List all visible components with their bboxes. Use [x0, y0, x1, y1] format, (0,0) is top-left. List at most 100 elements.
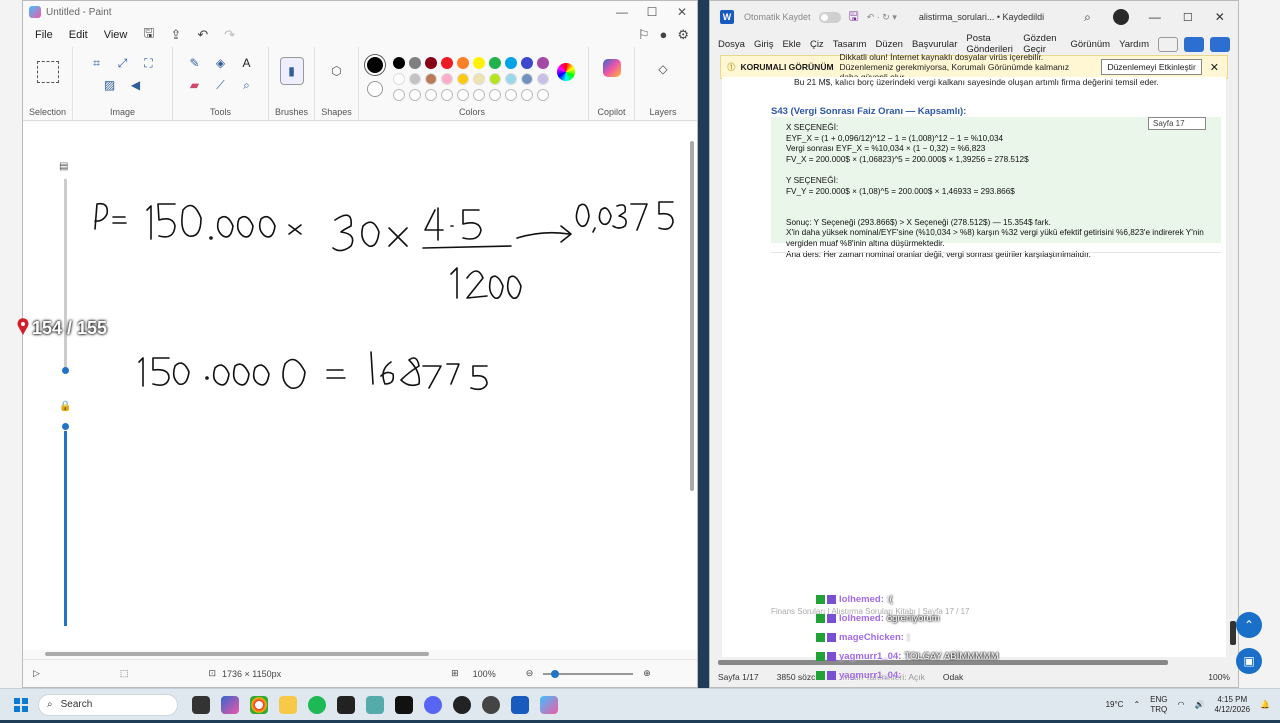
color-swatch[interactable]	[489, 73, 501, 85]
taskview-icon[interactable]	[192, 695, 210, 714]
autosave-toggle[interactable]	[818, 11, 841, 23]
custom-color-slot[interactable]	[489, 89, 501, 101]
language-indicator[interactable]: ENG TRQ	[1150, 695, 1167, 715]
undo-icon[interactable]: ↶	[191, 27, 214, 43]
word-tab[interactable]: Tasarım	[833, 39, 867, 50]
word-tab[interactable]: Ekle	[782, 39, 800, 50]
chrome-icon[interactable]	[250, 695, 268, 714]
selection-icon[interactable]	[36, 61, 59, 83]
screen-icon[interactable]: ▣	[1236, 648, 1262, 674]
color-swatch[interactable]	[505, 73, 517, 85]
minimize-icon[interactable]: —	[607, 5, 637, 19]
zoom-in-icon[interactable]: ⊕	[643, 668, 651, 679]
brush-icon[interactable]: ▮	[279, 57, 304, 85]
color-swatch[interactable]	[409, 57, 421, 69]
maximize-icon[interactable]: ☐	[1183, 11, 1193, 24]
settings-icon[interactable]: ⚙	[677, 27, 689, 43]
slider-knob-lower[interactable]	[62, 423, 69, 430]
color-swatch[interactable]	[457, 57, 469, 69]
custom-color-slot[interactable]	[521, 89, 533, 101]
paint-canvas[interactable]	[23, 122, 697, 650]
close-icon[interactable]: ✕	[667, 5, 697, 19]
custom-color-slot[interactable]	[537, 89, 549, 101]
color-swatch[interactable]	[425, 73, 437, 85]
word-tab[interactable]: Görünüm	[1070, 39, 1110, 50]
wifi-icon[interactable]: ◠	[1177, 700, 1184, 709]
zoom-slider[interactable]	[543, 669, 634, 678]
save-icon[interactable]: 🖫	[137, 24, 160, 46]
paint-vertical-scrollbar[interactable]	[690, 141, 694, 491]
minimize-icon[interactable]: —	[1149, 10, 1161, 24]
color-swatch[interactable]	[393, 73, 405, 85]
share-icon[interactable]	[1210, 36, 1230, 52]
search-icon[interactable]: ⌕	[1084, 10, 1091, 25]
terminal-icon[interactable]	[395, 695, 413, 714]
volume-icon[interactable]: 🔊	[1194, 700, 1204, 709]
zoom-overlay-slider[interactable]: ▤ 🔒	[57, 161, 75, 631]
edit-colors-icon[interactable]	[557, 63, 575, 81]
avatar[interactable]	[1112, 9, 1129, 25]
color-swatch[interactable]	[537, 73, 549, 85]
color-swatch[interactable]	[441, 73, 453, 85]
feedback-icon[interactable]: ⚐	[638, 27, 650, 43]
color-swatch[interactable]	[473, 73, 485, 85]
scroll-up-icon[interactable]: ⌃	[1236, 612, 1262, 638]
color-swatch[interactable]	[425, 57, 437, 69]
pencil-icon[interactable]: ✎	[185, 53, 205, 73]
color-swatch[interactable]	[505, 57, 517, 69]
primary-color[interactable]	[365, 55, 385, 75]
file-explorer-icon[interactable]	[279, 695, 297, 714]
slider-knob-upper[interactable]	[62, 367, 69, 374]
zoom-out-icon[interactable]: ⊖	[526, 668, 534, 679]
clock[interactable]: 4:15 PM 4/12/2026	[1214, 695, 1250, 715]
image-select-icon[interactable]: ⛶	[139, 53, 159, 73]
custom-color-slot[interactable]	[473, 89, 485, 101]
word-tab[interactable]: Düzen	[875, 39, 902, 50]
editing-icon[interactable]	[1184, 36, 1204, 52]
custom-color-slot[interactable]	[409, 89, 421, 101]
color-swatch[interactable]	[473, 57, 485, 69]
weather[interactable]: 19°C	[1106, 700, 1124, 709]
taskbar-search[interactable]: ⌕ Search	[38, 693, 178, 716]
color-swatch[interactable]	[441, 57, 453, 69]
word-tab[interactable]: Giriş	[754, 39, 774, 50]
enable-editing-button[interactable]: Düzenlemeyi Etkinleştir	[1101, 59, 1202, 75]
crop-icon[interactable]: ⌗	[87, 53, 107, 73]
rotate-icon[interactable]: ◀	[126, 75, 146, 95]
maximize-icon[interactable]: ☐	[637, 5, 667, 19]
color-swatch[interactable]	[457, 73, 469, 85]
paint-horizontal-scrollbar[interactable]	[45, 652, 429, 656]
text-icon[interactable]: A	[237, 53, 257, 73]
word-tab[interactable]: Çiz	[810, 39, 824, 50]
notification-icon[interactable]: 🔔	[1260, 700, 1270, 709]
custom-color-slot[interactable]	[441, 89, 453, 101]
save-icon[interactable]: 🖫	[849, 7, 859, 28]
color-swatch[interactable]	[393, 57, 405, 69]
redo-icon[interactable]: ↷	[218, 27, 241, 43]
app-icon-2[interactable]	[366, 695, 384, 714]
comments-icon[interactable]	[1158, 36, 1178, 52]
obs-icon[interactable]	[453, 695, 471, 714]
word-tab[interactable]: Yardım	[1119, 39, 1149, 50]
resize-icon[interactable]: ⤢	[113, 53, 133, 73]
copilot-icon[interactable]	[602, 59, 621, 77]
color-swatch[interactable]	[409, 73, 421, 85]
word-tab[interactable]: Başvurular	[912, 39, 957, 50]
spotify-icon[interactable]	[308, 695, 326, 714]
custom-color-slot[interactable]	[425, 89, 437, 101]
color-swatch[interactable]	[521, 57, 533, 69]
app-icon[interactable]	[337, 695, 355, 714]
color-swatch[interactable]	[489, 57, 501, 69]
magnifier-icon[interactable]: ⌕	[237, 75, 257, 95]
zoom-level[interactable]: 100%	[473, 669, 496, 679]
document-page[interactable]: Bu 21 M$, kalıcı borç üzerindeki vergi k…	[722, 77, 1226, 657]
fit-icon[interactable]: ⊞	[451, 668, 459, 679]
custom-color-slot[interactable]	[457, 89, 469, 101]
paint-icon[interactable]	[540, 695, 558, 714]
discord-icon[interactable]	[424, 695, 442, 714]
windows-start-icon[interactable]	[14, 697, 28, 712]
steam-icon[interactable]	[482, 695, 500, 714]
word-icon[interactable]	[511, 695, 529, 714]
copilot-icon[interactable]	[221, 695, 239, 714]
share-icon[interactable]: ⇪	[164, 27, 187, 43]
